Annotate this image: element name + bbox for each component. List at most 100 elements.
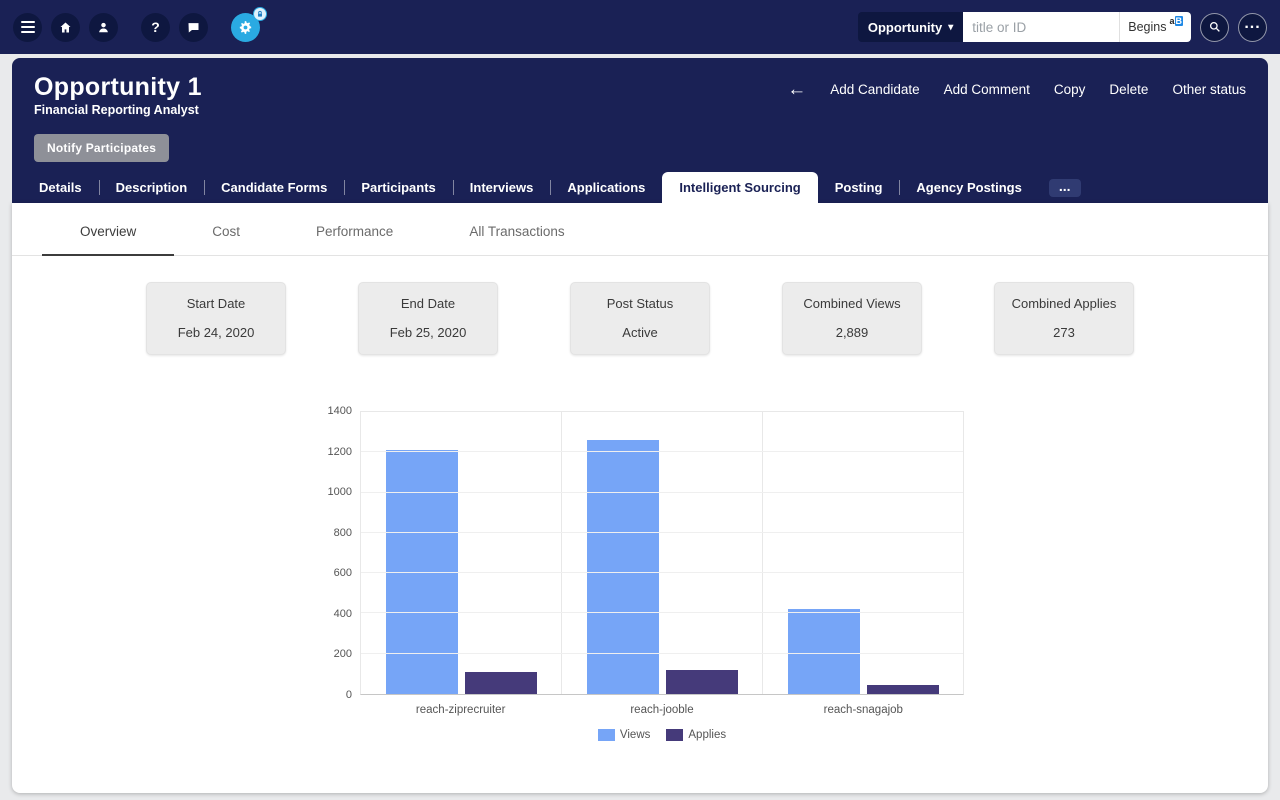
tab-posting[interactable]: Posting (818, 172, 900, 203)
notify-participants-button[interactable]: Notify Participates (34, 134, 170, 162)
card-label: End Date (400, 296, 456, 311)
tab-interviews[interactable]: Interviews (452, 172, 551, 203)
bar-applies-reach-jooble (665, 669, 738, 694)
tab-details[interactable]: Details (22, 172, 99, 203)
sub-tab-bar: Overview Cost Performance All Transactio… (12, 203, 1268, 256)
back-arrow-icon[interactable]: ← (787, 80, 806, 99)
lock-badge-icon (253, 6, 267, 21)
legend-swatch (597, 729, 615, 741)
legend-item-views: Views (597, 729, 651, 741)
card-label: Post Status (606, 296, 674, 311)
card-label: Combined Applies (1011, 296, 1117, 311)
bar-group-reach-snagajob (762, 412, 963, 694)
x-tick-label: reach-snagajob (823, 704, 903, 716)
post-status-card: Post Status Active (570, 282, 710, 355)
match-case-icon: aB (1169, 16, 1183, 26)
card-value: 2,889 (835, 325, 869, 340)
tab-description[interactable]: Description (98, 172, 205, 203)
more-button[interactable]: ... (1238, 12, 1267, 42)
subtab-overview[interactable]: Overview (42, 209, 175, 256)
card-value: Active (622, 325, 658, 340)
menu-icon[interactable] (13, 12, 42, 42)
views-applies-chart: 0 200 400 600 800 1000 1200 1400 reach-ziprecru… (316, 405, 964, 741)
opportunity-panel: Opportunity 1 Financial Reporting Analys… (12, 58, 1268, 793)
y-tick-label: 200 (333, 648, 352, 661)
legend-label: Views (619, 729, 651, 741)
card-value: Feb 25, 2020 (389, 325, 467, 340)
add-candidate-button[interactable]: Add Candidate (830, 82, 919, 97)
search-button[interactable] (1200, 12, 1229, 42)
delete-button[interactable]: Delete (1109, 82, 1148, 97)
subtab-performance[interactable]: Performance (278, 209, 431, 255)
page-subtitle: Financial Reporting Analyst (34, 103, 199, 117)
chart-area: 0 200 400 600 800 1000 1200 1400 (316, 405, 964, 701)
x-tick-label: reach-jooble (630, 704, 694, 716)
chart-bar-groups (361, 412, 963, 694)
chart-plot (360, 411, 964, 695)
y-tick-label: 600 (333, 567, 352, 580)
legend-swatch (666, 729, 684, 741)
tab-overflow-button[interactable]: ... (1048, 178, 1081, 197)
header-actions: ← Add Candidate Add Comment Copy Delete … (787, 80, 1246, 99)
user-icon[interactable] (89, 12, 118, 42)
opportunity-header: Opportunity 1 Financial Reporting Analys… (12, 58, 1268, 172)
begins-label: Begins (1128, 20, 1167, 34)
search-input[interactable] (963, 12, 1120, 42)
gridline (361, 612, 963, 614)
legend-label: Applies (688, 729, 727, 741)
tab-content: Overview Cost Performance All Transactio… (12, 203, 1268, 793)
chat-icon[interactable] (179, 12, 208, 42)
tab-applications[interactable]: Applications (550, 172, 662, 203)
bar-group-reach-jooble (561, 412, 762, 694)
y-tick-label: 800 (333, 526, 352, 539)
tab-agency-postings[interactable]: Agency Postings (899, 172, 1038, 203)
caret-down-icon: ▾ (948, 21, 954, 33)
add-comment-button[interactable]: Add Comment (944, 82, 1030, 97)
other-status-button[interactable]: Other status (1172, 82, 1246, 97)
home-icon[interactable] (51, 12, 80, 42)
y-tick-label: 1000 (327, 486, 352, 499)
end-date-card: End Date Feb 25, 2020 (358, 282, 498, 355)
copy-button[interactable]: Copy (1054, 82, 1086, 97)
bar-group-reach-ziprecruiter (361, 412, 561, 694)
gridline (361, 451, 963, 453)
help-icon[interactable]: ? (141, 12, 170, 42)
tab-intelligent-sourcing[interactable]: Intelligent Sourcing (662, 172, 818, 203)
begins-selector[interactable]: Begins aB (1119, 12, 1191, 42)
card-value: 273 (1053, 325, 1075, 340)
combined-views-card: Combined Views 2,889 (782, 282, 922, 355)
top-bar: ? Opportunity ▾ Begins aB ... (0, 0, 1280, 54)
tab-candidate-forms[interactable]: Candidate Forms (204, 172, 344, 203)
gridline (361, 531, 963, 533)
summary-cards: Start Date Feb 24, 2020 End Date Feb 25,… (12, 282, 1268, 355)
legend-item-applies: Applies (666, 729, 726, 741)
tab-participants[interactable]: Participants (344, 172, 452, 203)
bar-applies-reach-snagajob (866, 685, 939, 694)
y-tick-label: 0 (345, 689, 352, 701)
chart-y-axis: 0 200 400 600 800 1000 1200 1400 (316, 405, 360, 701)
y-tick-label: 400 (333, 607, 352, 620)
gridline (361, 652, 963, 654)
bar-views-reach-snagajob (787, 609, 860, 694)
entity-selector[interactable]: Opportunity ▾ (857, 12, 964, 42)
settings-icon[interactable] (231, 6, 267, 42)
entity-selector-label: Opportunity (867, 19, 943, 35)
subtab-all-transactions[interactable]: All Transactions (431, 209, 602, 255)
tab-bar: Details Description Candidate Forms Part… (12, 172, 1268, 203)
chart-x-axis: reach-ziprecruiter reach-jooble reach-snag… (360, 695, 964, 716)
subtab-cost[interactable]: Cost (174, 209, 278, 255)
start-date-card: Start Date Feb 24, 2020 (146, 282, 286, 355)
card-label: Combined Views (803, 296, 901, 311)
bar-views-reach-jooble (586, 440, 659, 694)
gridline (361, 491, 963, 493)
bar-applies-reach-ziprecruiter (464, 671, 537, 694)
card-label: Start Date (186, 296, 246, 311)
card-value: Feb 24, 2020 (177, 325, 255, 340)
chart-legend: Views Applies (360, 729, 964, 741)
x-tick-label: reach-ziprecruiter (415, 704, 506, 716)
gridline (361, 572, 963, 574)
y-tick-label: 1200 (327, 445, 352, 458)
topbar-search-group: Opportunity ▾ Begins aB ... (857, 12, 1267, 42)
y-tick-label: 1400 (327, 405, 352, 417)
combined-applies-card: Combined Applies 273 (994, 282, 1134, 355)
